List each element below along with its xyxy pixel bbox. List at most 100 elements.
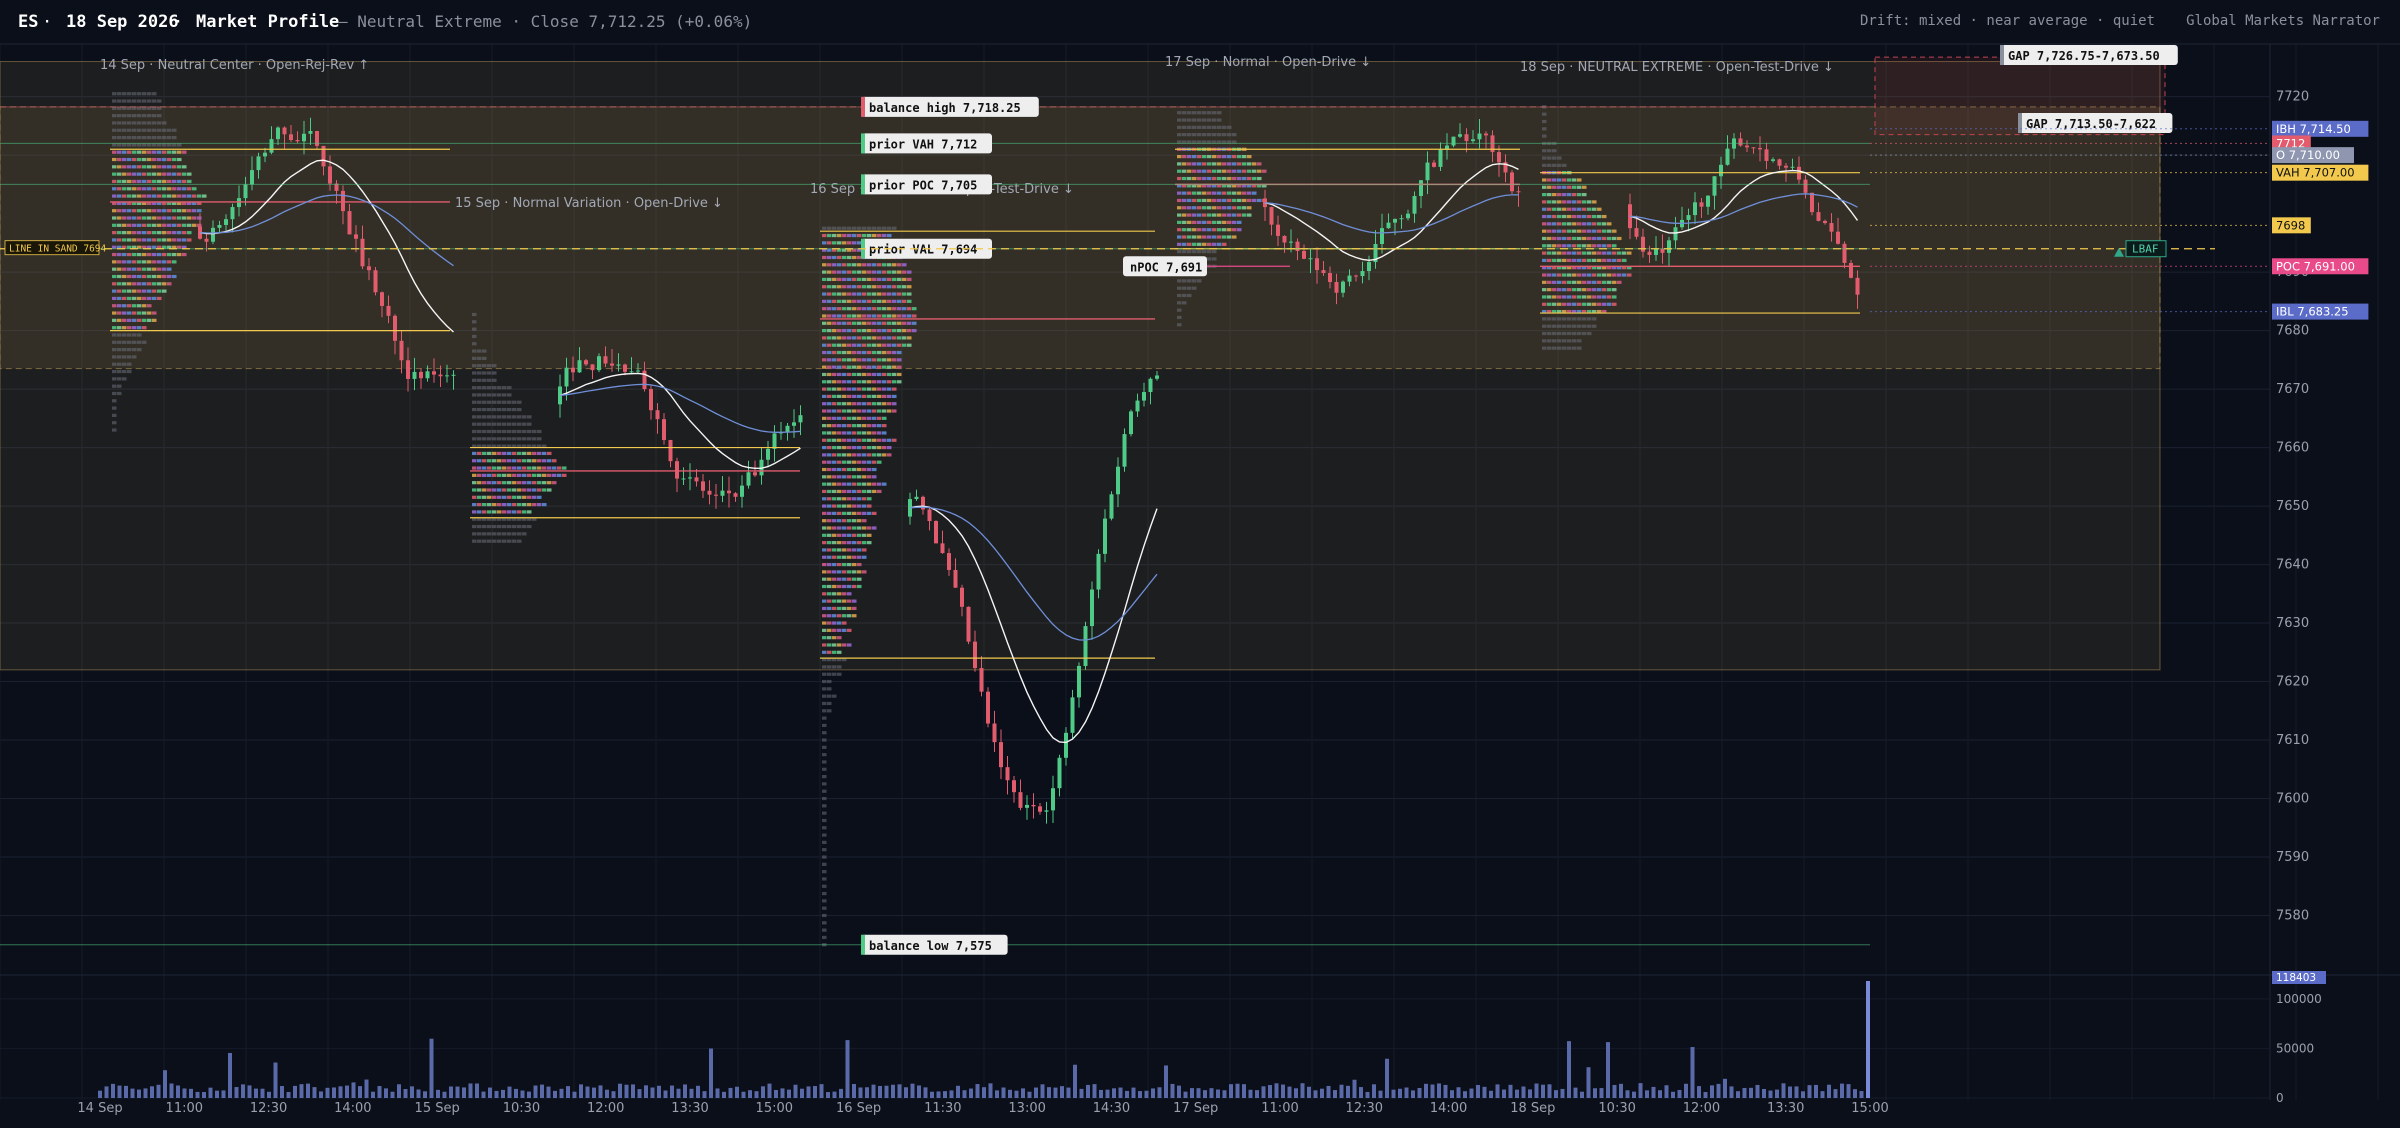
profile-bar — [1557, 222, 1562, 226]
candle — [1412, 196, 1417, 214]
profile-bar — [1207, 169, 1212, 173]
volume-bar — [1014, 1090, 1019, 1098]
profile-bar — [857, 307, 862, 311]
profile-bar — [827, 679, 832, 684]
profile-bar — [162, 135, 167, 140]
profile-bar — [477, 524, 482, 529]
profile-bar — [1587, 302, 1592, 306]
profile-bar — [1192, 235, 1197, 239]
profile-bar — [517, 437, 522, 441]
volume-bar — [1066, 1087, 1071, 1098]
profile-bar — [517, 429, 522, 434]
profile-bar — [847, 460, 852, 464]
profile-bar — [1557, 178, 1562, 182]
profile-bar — [122, 238, 127, 242]
candle — [1044, 810, 1049, 812]
profile-bar — [122, 274, 127, 279]
volume-bar — [156, 1084, 161, 1098]
profile-bar — [1187, 250, 1192, 254]
profile-bar — [487, 364, 492, 368]
profile-bar — [837, 409, 842, 413]
profile-bar — [1587, 229, 1592, 233]
profile-bar — [482, 429, 487, 434]
profile-bar — [157, 231, 162, 235]
profile-bar — [832, 489, 837, 494]
profile-bar — [507, 466, 512, 470]
profile-bar — [1212, 125, 1217, 129]
profile-bar — [1597, 288, 1602, 292]
profile-bar — [122, 121, 127, 125]
profile-bar — [852, 511, 857, 515]
volume-bar — [956, 1085, 960, 1098]
profile-bar — [837, 467, 842, 472]
profile-bar — [147, 135, 152, 140]
profile-bar — [892, 387, 897, 391]
volume-bar — [845, 1040, 850, 1098]
profile-bar — [857, 380, 862, 384]
volume-bar — [449, 1086, 453, 1098]
npoc-label: nPOC 7,691 — [1130, 260, 1202, 274]
header-view: Market Profile — [196, 12, 339, 32]
profile-bar — [832, 263, 837, 267]
profile-bar — [1547, 251, 1552, 255]
profile-bar — [1572, 273, 1577, 277]
profile-bar — [837, 453, 842, 457]
volume-bar — [462, 1087, 466, 1098]
profile-bar — [882, 445, 887, 450]
profile-bar — [112, 223, 117, 227]
profile-bar — [1542, 317, 1547, 321]
profile-bar — [857, 533, 862, 537]
profile-bar — [127, 348, 132, 352]
profile-bar — [122, 362, 127, 366]
candle — [662, 419, 666, 441]
candle — [204, 238, 209, 242]
profile-bar — [112, 267, 117, 271]
profile-bar — [822, 650, 827, 654]
profile-bar — [527, 437, 532, 441]
profile-bar — [837, 570, 842, 574]
profile-bar — [527, 524, 532, 529]
profile-bar — [827, 314, 832, 318]
profile-bar — [537, 466, 542, 470]
profile-bar — [1202, 198, 1207, 203]
profile-bar — [517, 503, 522, 507]
profile-bar — [522, 524, 527, 529]
profile-bar — [852, 577, 857, 581]
profile-bar — [837, 577, 842, 581]
profile-bar — [1212, 257, 1217, 261]
volume-bar — [975, 1084, 980, 1098]
volume-bar — [1131, 1087, 1136, 1098]
profile-bar — [147, 252, 152, 257]
profile-bar — [157, 114, 162, 118]
candle — [1764, 149, 1769, 161]
profile-bar — [877, 270, 882, 274]
profile-bar — [527, 503, 532, 507]
chart-canvas[interactable]: 14 Sep · Neutral Center · Open-Rej-Rev ↑… — [0, 0, 2400, 1124]
profile-bar — [1592, 288, 1597, 292]
profile-bar — [827, 577, 832, 581]
profile-bar — [1182, 213, 1187, 217]
candle — [792, 422, 796, 426]
profile-bar — [477, 539, 482, 543]
profile-bar — [897, 307, 902, 311]
profile-bar — [127, 260, 132, 264]
volume-bar — [1729, 1086, 1734, 1098]
profile-bar — [832, 387, 837, 391]
profile-bar — [822, 855, 827, 859]
profile-bar — [1562, 251, 1567, 255]
profile-bar — [147, 150, 152, 154]
profile-bar — [1542, 244, 1547, 248]
profile-bar — [547, 451, 552, 456]
profile-bar — [142, 296, 147, 301]
profile-bar — [122, 252, 127, 257]
candle — [1057, 757, 1062, 789]
profile-bar — [827, 343, 832, 347]
profile-bar — [1177, 242, 1182, 246]
y-tick-label: 7650 — [2276, 499, 2309, 514]
profile-bar — [832, 409, 837, 413]
profile-bar — [1187, 133, 1192, 137]
profile-bar — [1182, 154, 1187, 159]
profile-bar — [117, 326, 122, 330]
profile-bar — [157, 296, 162, 301]
profile-bar — [1562, 193, 1567, 197]
